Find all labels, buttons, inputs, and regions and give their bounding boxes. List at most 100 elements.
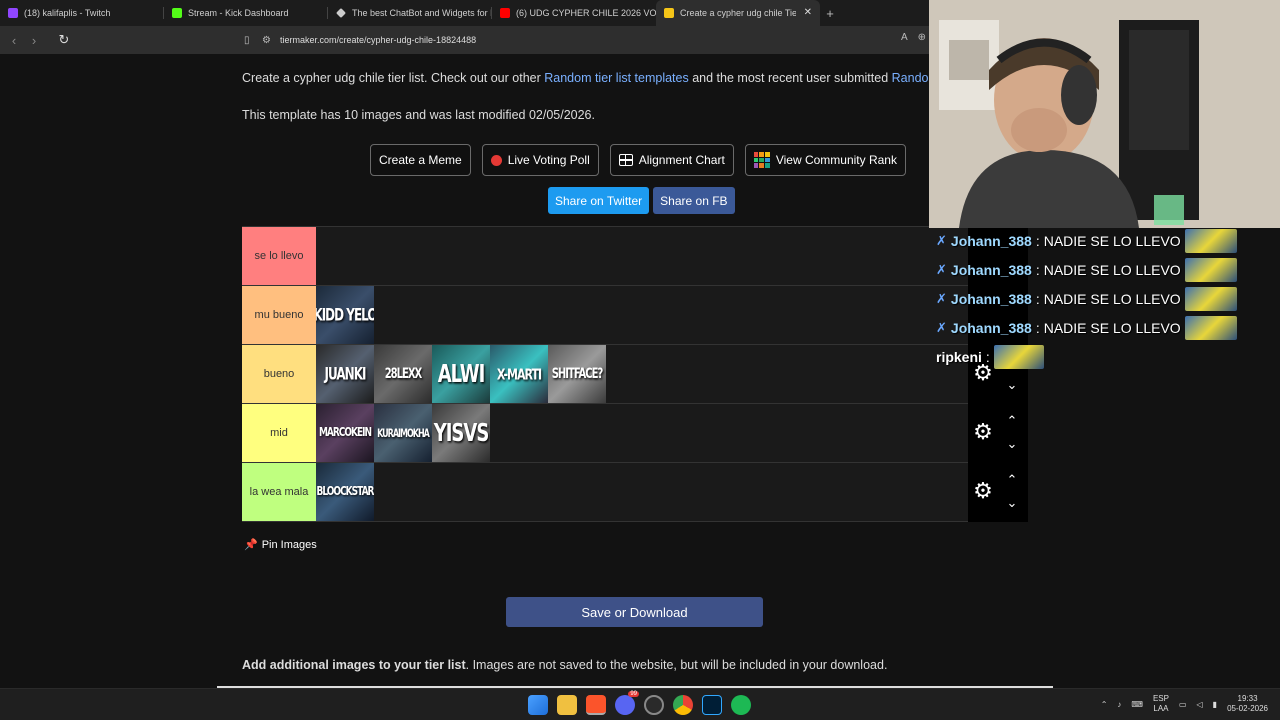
spotify-icon[interactable] bbox=[731, 695, 751, 715]
stream-chat: ✗ Johann_388: NADIE SE LO LLEVO ✗ Johann… bbox=[936, 226, 1280, 371]
tier-label[interactable]: mu bueno bbox=[242, 286, 316, 344]
tier-row: bueno JUANKI 28LEXX ALWI X-MARTI SHITFAC… bbox=[242, 345, 968, 404]
zoom-icon[interactable]: ⊕ bbox=[918, 32, 926, 43]
tier-items[interactable]: JUANKI 28LEXX ALWI X-MARTI SHITFACE? bbox=[316, 345, 968, 403]
random-templates-link[interactable]: Random tier list templates bbox=[544, 71, 689, 85]
mosaic-icon bbox=[753, 152, 770, 168]
tier-items[interactable]: BLOOCKSTAR bbox=[316, 463, 968, 521]
tab-0[interactable]: (18) kalifaplis - Twitch bbox=[0, 0, 164, 26]
forward-icon[interactable]: › bbox=[24, 30, 44, 50]
tier-image[interactable]: KURAIMOKHA bbox=[374, 404, 432, 462]
sword-icon: ✗ bbox=[936, 290, 947, 306]
sword-icon: ✗ bbox=[936, 319, 947, 335]
tier-control: ⚙ ⌃ ⌄ bbox=[968, 403, 1028, 462]
tier-image[interactable]: BLOOCKSTAR bbox=[316, 463, 374, 521]
tab-3[interactable]: (6) UDG CYPHER CHILE 2026 VOL I - bbox=[492, 0, 656, 26]
add-images-text: Add additional images to your tier list.… bbox=[242, 658, 888, 672]
share-fb-button[interactable]: Share on FB bbox=[653, 187, 735, 214]
file-explorer-icon[interactable] bbox=[557, 695, 577, 715]
youtube-icon bbox=[500, 8, 510, 18]
obs-icon[interactable] bbox=[644, 695, 664, 715]
emote-icon bbox=[1184, 315, 1237, 340]
chat-message: ✗ Johann_388: NADIE SE LO LLEVO bbox=[936, 255, 1280, 284]
sword-icon: ✗ bbox=[936, 261, 947, 277]
pin-icon: 📌 bbox=[244, 539, 258, 551]
tier-image[interactable]: SHITFACE? bbox=[548, 345, 606, 403]
tab-2[interactable]: The best ChatBot and Widgets for Ki bbox=[328, 0, 492, 26]
tier-control: ⚙ ⌃ ⌄ bbox=[968, 462, 1028, 521]
random-recent-link[interactable]: Rando bbox=[892, 71, 929, 85]
tier-row: se lo llevo bbox=[242, 227, 968, 286]
translate-icon[interactable]: A bbox=[901, 32, 908, 43]
alignment-chart-button[interactable]: Alignment Chart bbox=[609, 144, 734, 176]
monitor-icon[interactable]: ▭ bbox=[1179, 700, 1187, 709]
reload-icon[interactable]: ↻ bbox=[54, 30, 74, 50]
tier-row: mu bueno KIDD YELO bbox=[242, 286, 968, 345]
diamond-icon bbox=[336, 8, 346, 18]
back-icon[interactable]: ‹ bbox=[4, 30, 24, 50]
community-rank-button[interactable]: View Community Rank bbox=[744, 144, 906, 176]
record-icon bbox=[490, 154, 502, 166]
webcam-image bbox=[929, 0, 1280, 228]
tier-label[interactable]: bueno bbox=[242, 345, 316, 403]
microphone-icon[interactable]: ♪ bbox=[1117, 700, 1121, 709]
site-info-icon[interactable]: ⚙ bbox=[262, 35, 280, 46]
tab-1[interactable]: Stream - Kick Dashboard bbox=[164, 0, 328, 26]
volume-icon[interactable]: ◁ bbox=[1197, 700, 1203, 709]
tier-image[interactable]: KIDD YELO bbox=[316, 286, 374, 344]
chevron-up-icon[interactable]: ⌃ bbox=[1101, 700, 1108, 709]
chevron-down-icon[interactable]: ⌄ bbox=[1004, 378, 1020, 391]
chevron-up-icon[interactable]: ⌃ bbox=[1004, 414, 1020, 427]
tier-label[interactable]: mid bbox=[242, 404, 316, 462]
gear-icon[interactable]: ⚙ bbox=[972, 421, 994, 443]
taskbar: 99 ⌃ ♪ ⌨ ESP LAA ▭ ◁ ▮ 19:33 05-02-2026 bbox=[0, 688, 1280, 720]
tab-4[interactable]: Create a cypher udg chile Tier Li✕ bbox=[656, 0, 820, 26]
pin-images-toggle[interactable]: 📌 Pin Images bbox=[244, 538, 317, 552]
emote-icon bbox=[1184, 257, 1237, 282]
intro-text: Create a cypher udg chile tier list. Che… bbox=[242, 71, 929, 85]
twitch-icon bbox=[8, 8, 18, 18]
tier-image[interactable]: MARCOKEIN bbox=[316, 404, 374, 462]
tier-image[interactable]: X-MARTI bbox=[490, 345, 548, 403]
chevron-up-icon[interactable]: ⌃ bbox=[1004, 473, 1020, 486]
tier-image[interactable]: 28LEXX bbox=[374, 345, 432, 403]
chat-message: ✗ Johann_388: NADIE SE LO LLEVO bbox=[936, 226, 1280, 255]
tier-list: se lo llevo mu bueno KIDD YELO bueno JUA… bbox=[242, 226, 968, 522]
grid-icon bbox=[618, 154, 633, 166]
bookmark-icon[interactable]: ▯ bbox=[244, 35, 262, 46]
photoshop-icon[interactable] bbox=[702, 695, 722, 715]
close-tab-icon[interactable]: ✕ bbox=[804, 7, 812, 18]
tier-label[interactable]: se lo llevo bbox=[242, 227, 316, 285]
tier-image[interactable]: JUANKI bbox=[316, 345, 374, 403]
windows-start-icon[interactable] bbox=[528, 695, 548, 715]
chevron-down-icon[interactable]: ⌄ bbox=[1004, 437, 1020, 450]
tier-items[interactable]: KIDD YELO bbox=[316, 286, 968, 344]
create-meme-button[interactable]: Create a Meme bbox=[370, 144, 471, 176]
tiermaker-icon bbox=[664, 8, 674, 18]
gear-icon[interactable]: ⚙ bbox=[972, 480, 994, 502]
share-twitter-button[interactable]: Share on Twitter bbox=[548, 187, 650, 214]
emote-icon bbox=[1184, 286, 1237, 311]
battery-icon[interactable]: ▮ bbox=[1213, 700, 1217, 709]
chat-message: ripkeni: bbox=[936, 342, 1280, 371]
chrome-icon[interactable] bbox=[673, 695, 693, 715]
clock[interactable]: 19:33 05-02-2026 bbox=[1227, 694, 1268, 714]
tier-image[interactable]: ALWI bbox=[432, 345, 490, 403]
chat-message: ✗ Johann_388: NADIE SE LO LLEVO bbox=[936, 284, 1280, 313]
tier-image[interactable]: YISVS bbox=[432, 404, 490, 462]
chat-message: ✗ Johann_388: NADIE SE LO LLEVO bbox=[936, 313, 1280, 342]
chevron-down-icon[interactable]: ⌄ bbox=[1004, 496, 1020, 509]
save-download-button[interactable]: Save or Download bbox=[506, 597, 763, 627]
live-voting-poll-button[interactable]: Live Voting Poll bbox=[481, 144, 599, 176]
kick-icon bbox=[172, 8, 182, 18]
tier-label[interactable]: la wea mala bbox=[242, 463, 316, 521]
new-tab-button[interactable]: + bbox=[820, 6, 840, 21]
keyboard-icon[interactable]: ⌨ bbox=[1131, 700, 1143, 709]
brave-browser-icon[interactable] bbox=[586, 695, 606, 715]
tier-items[interactable] bbox=[316, 227, 968, 285]
tier-items[interactable]: MARCOKEIN KURAIMOKHA YISVS bbox=[316, 404, 968, 462]
discord-icon[interactable]: 99 bbox=[615, 691, 639, 715]
language-indicator[interactable]: ESP LAA bbox=[1153, 694, 1169, 714]
url-field[interactable]: ▯ ⚙ tiermaker.com/create/cypher-udg-chil… bbox=[244, 30, 934, 50]
tier-row: la wea mala BLOOCKSTAR bbox=[242, 463, 968, 522]
